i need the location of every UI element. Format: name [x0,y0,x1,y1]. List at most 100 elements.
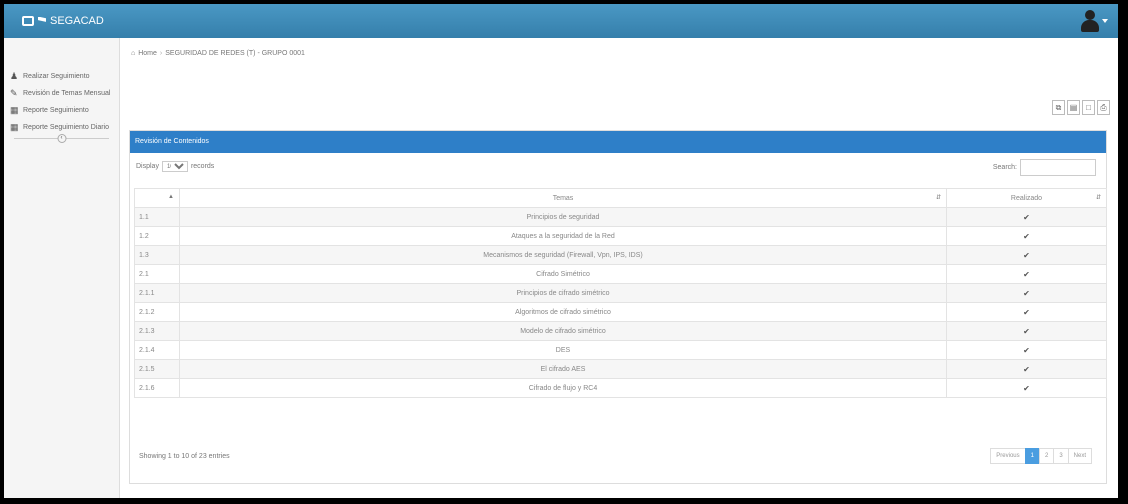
records-length: Display 10 records [136,161,214,172]
pagination-next[interactable]: Next [1067,448,1092,464]
row-topic: El cifrado AES [179,359,947,379]
row-topic: Cifrado de flujo y RC4 [179,378,947,398]
table-row: 2.1 Cifrado Simétrico ✔ [134,264,1107,284]
check-icon: ✔ [946,302,1107,322]
table-row: 2.1.3 Modelo de cifrado simétrico ✔ [134,321,1107,341]
table-row: 1.2 Ataques a la seguridad de la Red ✔ [134,226,1107,246]
panel-title: Revisión de Contenidos [130,131,1106,153]
search-input[interactable] [1020,159,1096,176]
check-icon: ✔ [946,340,1107,360]
table-row: 2.1.2 Algoritmos de cifrado simétrico ✔ [134,302,1107,322]
sidebar-item-revision-temas[interactable]: ✎ Revisión de Temas Mensual [4,85,119,102]
row-topic: Ataques a la seguridad de la Red [179,226,947,246]
app-window: SEGACAD ♟ Realizar Seguimiento ✎ Revisió… [4,4,1118,498]
sort-icon: ▲ [168,194,174,200]
breadcrumb: ⌂ Home › SEGURIDAD DE REDES (T) - GRUPO … [131,50,305,57]
sidebar: ♟ Realizar Seguimiento ✎ Revisión de Tem… [4,38,120,498]
row-number: 2.1.2 [134,302,180,322]
breadcrumb-home[interactable]: Home [138,50,157,57]
pagination-page-2[interactable]: 2 [1038,448,1055,464]
row-topic: DES [179,340,947,360]
sidebar-item-label: Revisión de Temas Mensual [23,90,111,97]
sidebar-item-reporte-seguimiento[interactable]: ▦ Reporte Seguimiento [4,102,119,119]
export-toolbar: ⧉ ▤ □ ⎙ [1052,100,1110,115]
row-number: 1.3 [134,245,180,265]
row-number: 2.1.4 [134,340,180,360]
user-avatar-icon [1081,10,1099,32]
pagination: Previous 1 2 3 Next [990,448,1092,464]
logo-box-icon [22,16,34,26]
search-label: Search: [992,164,1017,171]
table-row: 1.3 Mecanismos de seguridad (Firewall, Vp… [134,245,1107,265]
row-number: 2.1.3 [134,321,180,341]
row-topic: Principios de seguridad [179,207,947,227]
table-info: Showing 1 to 10 of 23 entries [139,453,230,460]
column-header-number[interactable]: ▲ [134,188,180,208]
column-header-temas[interactable]: Temas ⇵ [179,188,947,208]
table-row: 2.1.1 Principios de cifrado simétrico ✔ [134,283,1107,303]
user-menu[interactable] [1081,10,1108,32]
row-number: 2.1.1 [134,283,180,303]
sort-icon: ⇵ [935,195,941,201]
edit-icon: ✎ [10,88,18,98]
main-content: ⌂ Home › SEGURIDAD DE REDES (T) - GRUPO … [121,38,1118,498]
check-icon: ✔ [946,264,1107,284]
contents-table: ▲ Temas ⇵ Realizado ⇵ 1.1 Principios de seg… [134,188,1107,398]
table-icon: ▦ [10,122,19,132]
records-per-page-select[interactable]: 10 [161,161,188,172]
row-topic: Mecanismos de seguridad (Firewall, Vpn, … [179,245,947,265]
row-topic: Principios de cifrado simétrico [179,283,947,303]
sidebar-item-realizar-seguimiento[interactable]: ♟ Realizar Seguimiento [4,68,119,85]
sidebar-item-label: Reporte Seguimiento Diario [23,124,109,131]
row-number: 1.2 [134,226,180,246]
table-row: 1.1 Principios de seguridad ✔ [134,207,1107,227]
row-number: 1.1 [134,207,180,227]
collapse-icon: ‹ [57,134,66,143]
sidebar-item-label: Reporte Seguimiento [23,107,89,114]
row-number: 2.1 [134,264,180,284]
user-icon: ♟ [10,71,19,81]
check-icon: ✔ [946,245,1107,265]
check-icon: ✔ [946,283,1107,303]
home-icon[interactable]: ⌂ [131,50,135,57]
table-row: 2.1.5 El cifrado AES ✔ [134,359,1107,379]
row-number: 2.1.6 [134,378,180,398]
row-topic: Modelo de cifrado simétrico [179,321,947,341]
records-label: records [190,163,215,170]
check-icon: ✔ [946,226,1107,246]
pagination-previous[interactable]: Previous [990,448,1026,464]
table-row: 2.1.6 Cifrado de flujo y RC4 ✔ [134,378,1107,398]
app-name: SEGACAD [50,15,104,27]
csv-icon[interactable]: ▤ [1067,100,1080,115]
brand[interactable]: SEGACAD [4,15,104,27]
row-number: 2.1.5 [134,359,180,379]
sidebar-collapse[interactable]: ‹ [14,134,109,148]
print-icon[interactable]: ⎙ [1097,100,1110,115]
sort-icon: ⇵ [1095,195,1101,201]
table-controls: Display 10 records Search: [130,158,1106,180]
sidebar-item-label: Realizar Seguimiento [23,73,90,80]
breadcrumb-current: SEGURIDAD DE REDES (T) - GRUPO 0001 [165,50,305,57]
check-icon: ✔ [946,378,1107,398]
chevron-down-icon [1102,19,1108,23]
check-icon: ✔ [946,321,1107,341]
check-icon: ✔ [946,207,1107,227]
check-icon: ✔ [946,359,1107,379]
breadcrumb-separator: › [159,50,163,57]
row-topic: Algoritmos de cifrado simétrico [179,302,947,322]
table-row: 2.1.4 DES ✔ [134,340,1107,360]
pdf-icon[interactable]: □ [1082,100,1095,115]
row-topic: Cifrado Simétrico [179,264,947,284]
table-header-row: ▲ Temas ⇵ Realizado ⇵ [134,188,1107,208]
table-search: Search: [993,159,1096,176]
copy-icon[interactable]: ⧉ [1052,100,1065,115]
pagination-page-3[interactable]: 3 [1053,448,1069,464]
contents-panel: Revisión de Contenidos Display 10 record… [129,130,1107,484]
column-header-realizado[interactable]: Realizado ⇵ [946,188,1107,208]
table-icon: ▦ [10,105,19,115]
flag-icon [38,16,46,22]
display-label: Display [136,163,159,170]
pagination-page-1[interactable]: 1 [1024,448,1040,464]
top-navbar: SEGACAD [4,4,1118,38]
